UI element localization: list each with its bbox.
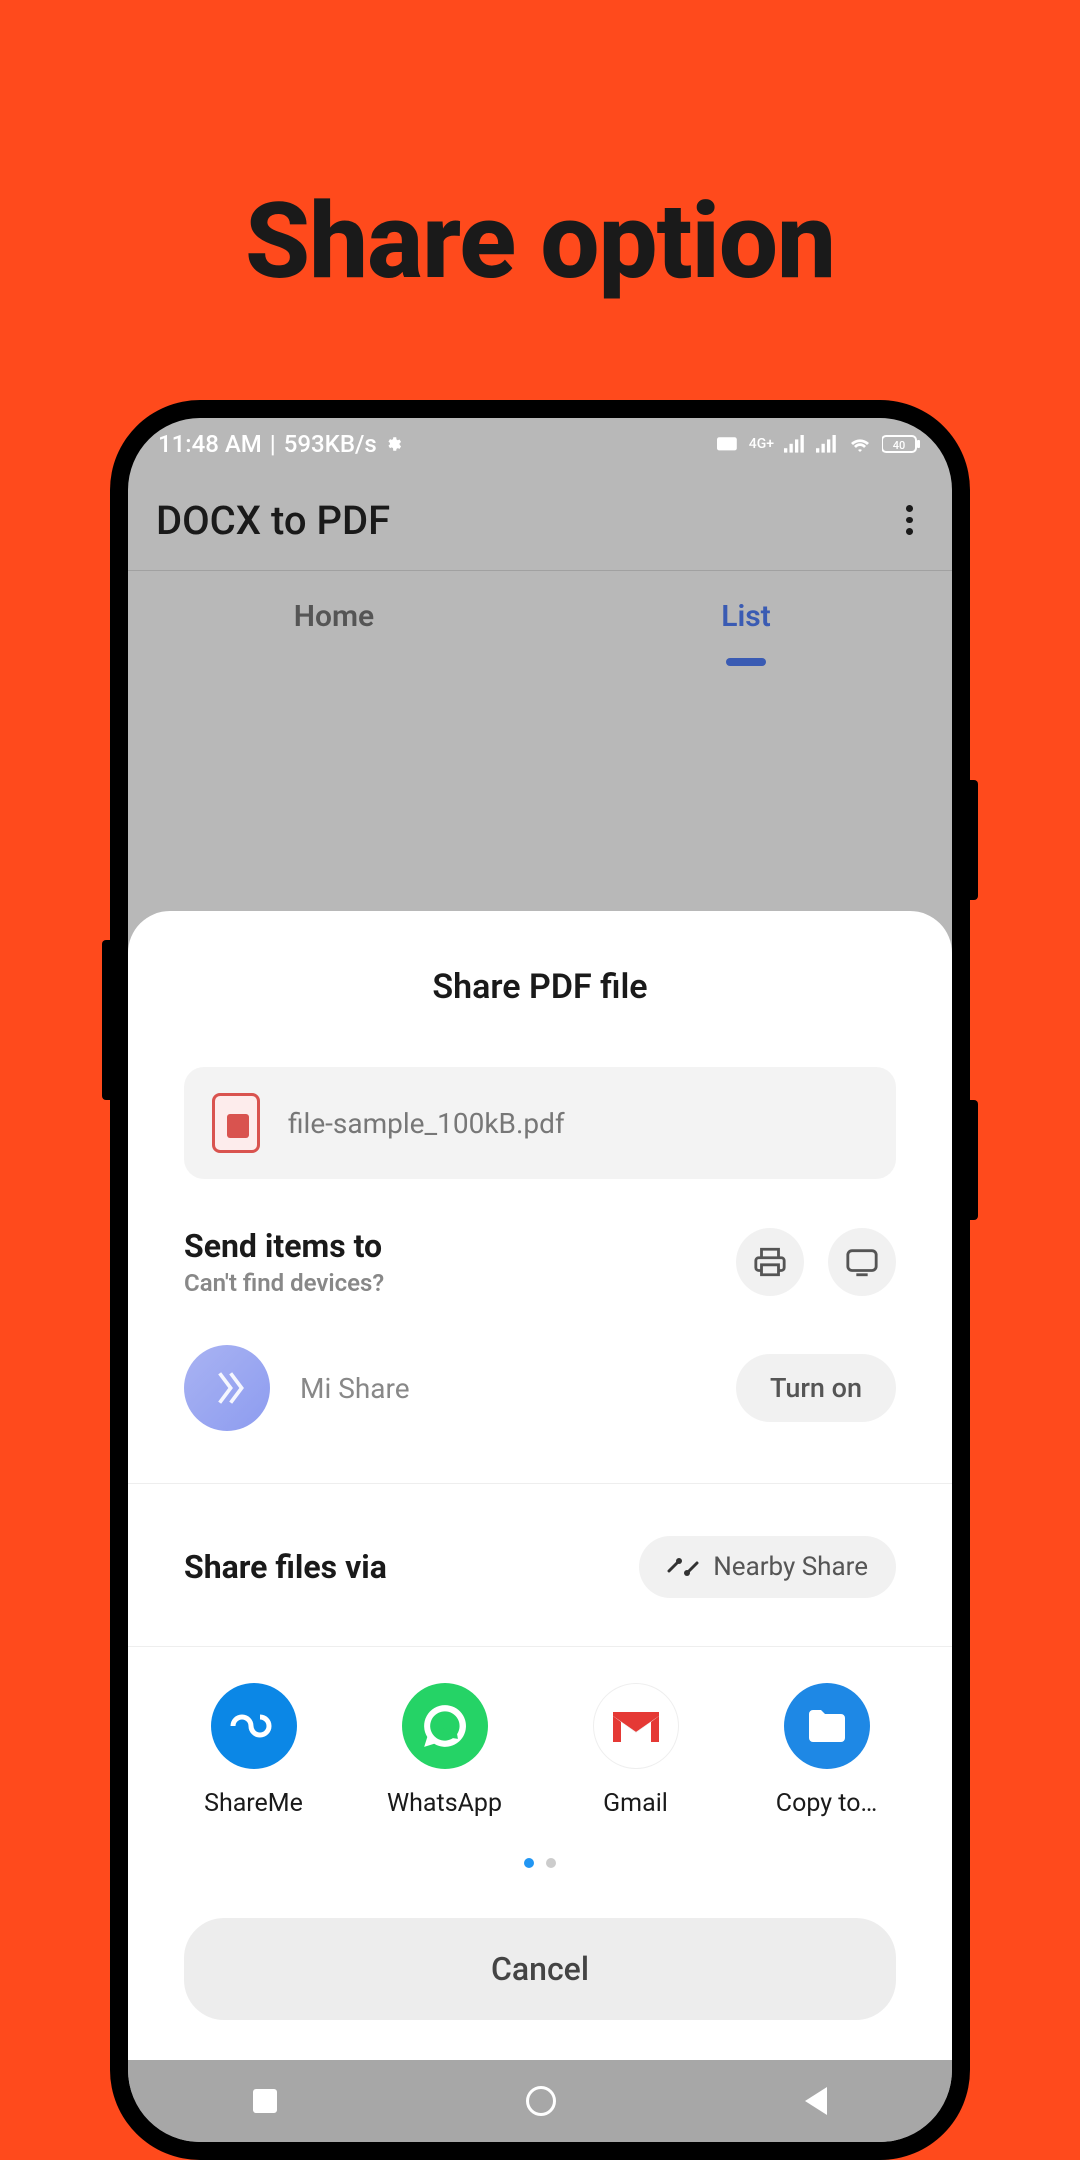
share-via-row: Share files via Nearby Share [128, 1536, 952, 1647]
page-headline: Share option [0, 180, 1080, 303]
send-items-title: Send items to [184, 1227, 712, 1265]
signal-icon-2 [816, 435, 838, 453]
tab-list[interactable]: List [540, 571, 952, 662]
status-netspeed: 593KB/s [284, 430, 377, 458]
phone-volume-button [102, 940, 110, 1100]
gear-icon [385, 435, 403, 453]
phone-power-button [970, 780, 978, 900]
nav-home-button[interactable] [526, 2086, 556, 2116]
nearby-share-icon [667, 1555, 699, 1579]
mishare-label: Mi Share [300, 1372, 736, 1405]
nearby-share-label: Nearby Share [713, 1552, 868, 1582]
mishare-row: Mi Share Turn on [128, 1345, 952, 1484]
tab-bar: Home List [128, 570, 952, 662]
share-app-whatsapp[interactable]: WhatsApp [349, 1683, 540, 1818]
nav-recents-button[interactable] [253, 2089, 277, 2113]
cast-button[interactable] [828, 1228, 896, 1296]
share-app-grid: ShareMe WhatsApp Gmail [128, 1683, 952, 1818]
share-app-label: WhatsApp [387, 1789, 502, 1818]
nav-back-button[interactable] [805, 2087, 827, 2115]
share-app-copyto[interactable]: Copy to… [731, 1683, 922, 1818]
share-app-gmail[interactable]: Gmail [540, 1683, 731, 1818]
svg-text:40: 40 [893, 439, 906, 452]
phone-frame: 11:48 AM | 593KB/s 4G+ 40 DOCX to PDF Ho… [110, 400, 970, 2160]
wifi-icon [848, 432, 872, 456]
phone-side-button [970, 1100, 978, 1220]
send-items-row: Send items to Can't find devices? [128, 1227, 952, 1297]
print-button[interactable] [736, 1228, 804, 1296]
page-dot [546, 1858, 556, 1868]
volte-icon [717, 435, 739, 453]
status-bar: 11:48 AM | 593KB/s 4G+ 40 [128, 418, 952, 470]
screen-icon [845, 1247, 879, 1277]
system-nav-bar [128, 2060, 952, 2142]
page-dot-active [524, 1858, 534, 1868]
share-app-shareme[interactable]: ShareMe [158, 1683, 349, 1818]
mishare-turn-on-button[interactable]: Turn on [736, 1354, 896, 1422]
sheet-title: Share PDF file [128, 967, 952, 1007]
app-bar: DOCX to PDF [128, 470, 952, 570]
send-items-help[interactable]: Can't find devices? [184, 1269, 712, 1297]
status-sep: | [270, 430, 276, 458]
share-via-title: Share files via [184, 1548, 639, 1586]
tab-home[interactable]: Home [128, 571, 540, 662]
page-dots [128, 1858, 952, 1868]
signal-icon [784, 435, 806, 453]
printer-icon [753, 1245, 787, 1279]
share-sheet: Share PDF file file-sample_100kB.pdf Sen… [128, 911, 952, 2060]
battery-icon: 40 [882, 434, 922, 454]
whatsapp-icon [402, 1683, 488, 1769]
status-time: 11:48 AM [158, 430, 262, 458]
shared-file-name: file-sample_100kB.pdf [288, 1107, 565, 1140]
network-type: 4G+ [749, 436, 774, 452]
share-app-label: Gmail [603, 1789, 668, 1818]
nearby-share-button[interactable]: Nearby Share [639, 1536, 896, 1598]
cancel-button[interactable]: Cancel [184, 1918, 896, 2020]
app-title: DOCX to PDF [156, 497, 390, 544]
folder-icon [784, 1683, 870, 1769]
shared-file-chip[interactable]: file-sample_100kB.pdf [184, 1067, 896, 1179]
overflow-menu-button[interactable] [894, 505, 924, 535]
gmail-icon [593, 1683, 679, 1769]
mishare-icon [184, 1345, 270, 1431]
share-app-label: ShareMe [204, 1789, 303, 1818]
pdf-file-icon [212, 1093, 260, 1153]
phone-screen: 11:48 AM | 593KB/s 4G+ 40 DOCX to PDF Ho… [128, 418, 952, 2142]
share-app-label: Copy to… [776, 1789, 877, 1818]
shareme-icon [211, 1683, 297, 1769]
